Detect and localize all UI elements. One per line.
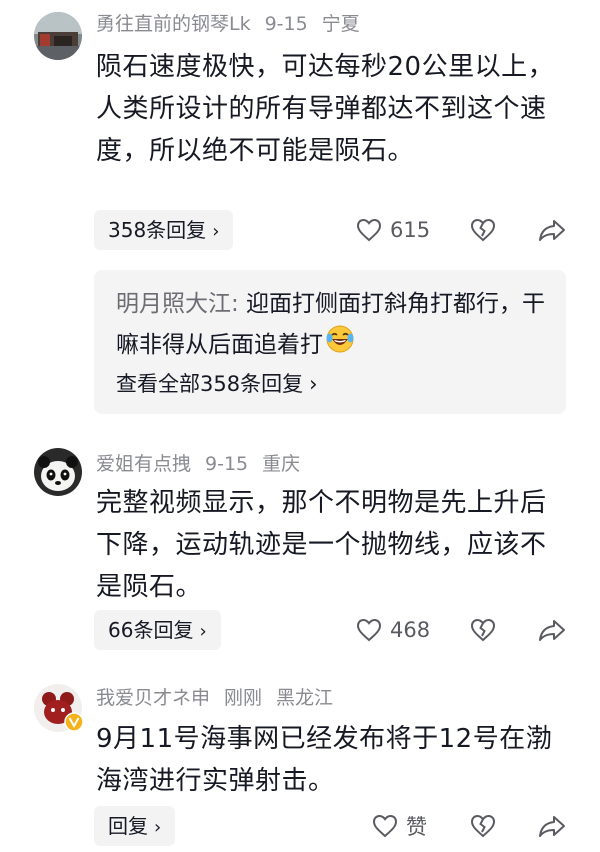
like-button[interactable]: 615 [356,210,430,250]
comment-meta: 爱姐有点拽 9-15 重庆 [96,452,314,476]
avatar[interactable] [34,12,82,60]
like-count: 615 [390,218,431,242]
chevron-right-icon: › [199,621,207,642]
chevron-right-icon: › [154,817,162,838]
like-count: 468 [390,618,431,642]
reply-count-label: 358条回复 [108,218,207,242]
comment-location: 宁夏 [321,13,360,35]
verified-badge-icon [64,712,84,732]
comment-meta: 我爱贝才ネ申 刚刚 黑龙江 [96,686,347,710]
reply-count-label: 回复 [108,814,148,838]
heart-outline-icon [356,618,382,642]
like-button[interactable]: 赞 [372,806,427,846]
broken-heart-icon [470,218,496,242]
reply-count-button[interactable]: 回复 › [94,806,176,846]
heart-outline-icon [356,218,382,242]
chevron-right-icon: › [309,372,318,396]
heart-outline-icon [372,814,398,838]
sub-reply-box[interactable]: 明月照大江: 迎面打侧面打斜角打都行，干嘛非得从后面追着打 查看全部358条回复… [94,270,566,414]
share-button[interactable] [538,610,566,650]
comment-text: 完整视频显示，那个不明物是先上升后下降，运动轨迹是一个抛物线，应该不是陨石。 [96,488,547,602]
laughing-tears-emoji-icon [325,324,355,367]
reply-count-button[interactable]: 66条回复 › [94,610,221,650]
comment-location: 重庆 [262,453,301,475]
chevron-right-icon: › [212,221,220,242]
broken-heart-icon [470,618,496,642]
username[interactable]: 勇往直前的钢琴Lk [96,13,251,35]
dislike-button[interactable] [470,210,496,250]
reply-count-button[interactable]: 358条回复 › [94,210,234,250]
username[interactable]: 我爱贝才ネ申 [96,687,210,709]
sub-reply-text: 明月照大江: 迎面打侧面打斜角打都行，干嘛非得从后面追着打 [116,284,546,367]
dislike-button[interactable] [470,806,496,846]
share-arrow-icon [539,220,565,241]
comment-date: 9-15 [264,13,308,35]
like-button[interactable]: 468 [356,610,430,650]
username[interactable]: 爱姐有点拽 [96,453,191,475]
share-button[interactable] [538,210,566,250]
like-count: 赞 [406,815,427,839]
comment-location: 黑龙江 [276,687,334,709]
comment-text: 9月11号海事网已经发布将于12号在渤海湾进行实弹射击。 [96,724,553,796]
view-all-replies-link[interactable]: 查看全部358条回复 › [116,368,318,398]
broken-heart-icon [470,814,496,838]
avatar[interactable] [34,448,82,496]
share-button[interactable] [538,806,566,846]
comment-text: 陨石速度极快，可达每秒20公里以上，人类所设计的所有导弹都达不到这个速度，所以绝… [96,52,555,166]
sub-reply-author[interactable]: 明月照大江: [116,291,239,317]
share-arrow-icon [539,620,565,641]
reply-count-label: 66条回复 [108,618,194,642]
share-arrow-icon [539,816,565,837]
comment-date: 刚刚 [224,687,263,709]
comment-meta: 勇往直前的钢琴Lk 9-15 宁夏 [96,12,374,36]
avatar[interactable] [34,684,84,732]
comment-date: 9-15 [205,453,249,475]
dislike-button[interactable] [470,610,496,650]
